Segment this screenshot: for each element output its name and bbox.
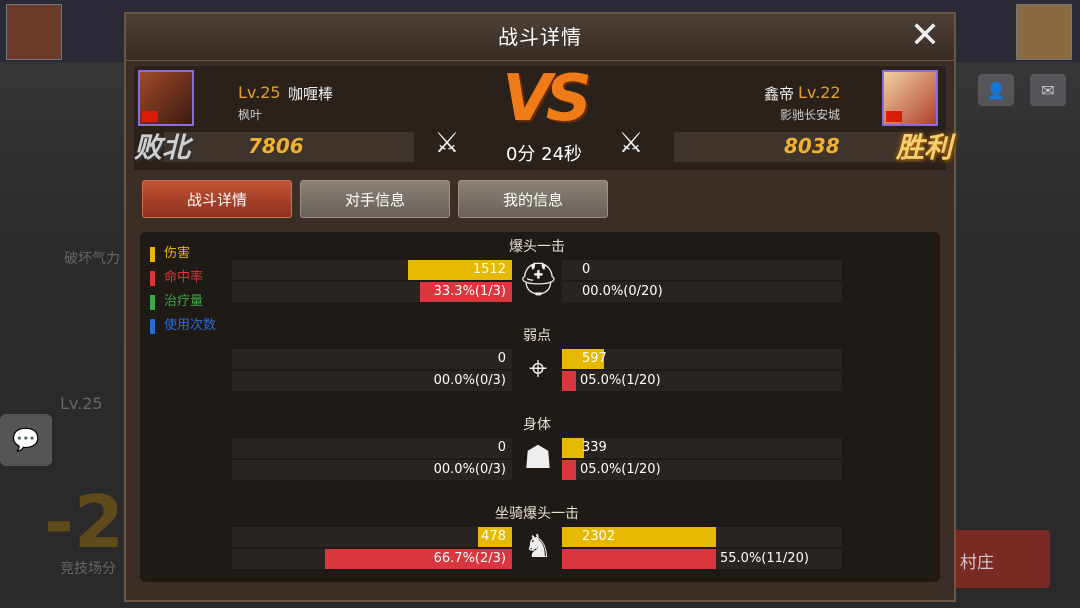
legend-item-usage-count: 使用次数 bbox=[150, 316, 216, 340]
player-right-guild: 影驰长安城 bbox=[780, 108, 841, 122]
left-damage-row: 478 bbox=[232, 527, 512, 547]
right-damage-value: 0 bbox=[582, 262, 591, 277]
left-damage-row: 0 bbox=[232, 438, 512, 458]
china-flag-icon bbox=[886, 111, 902, 122]
victory-label: 胜利 bbox=[895, 131, 952, 164]
dialog-title: 战斗详情 bbox=[126, 14, 954, 61]
right-damage-value: 597 bbox=[582, 351, 607, 366]
right-hit-fill bbox=[562, 371, 576, 391]
legend-label: 命中率 bbox=[164, 270, 204, 285]
right-damage-row: 0 bbox=[562, 260, 842, 280]
china-flag-icon bbox=[142, 111, 158, 122]
player-right-name: 鑫帝 bbox=[764, 85, 795, 103]
left-hit-row: 66.7%(2/3) bbox=[232, 549, 512, 569]
village-button-label: 村庄 bbox=[960, 553, 994, 573]
right-damage-value: 2302 bbox=[582, 529, 616, 544]
add-friend-icon[interactable]: 👤 bbox=[978, 74, 1014, 106]
background-avatar-right bbox=[1016, 4, 1072, 60]
crosshair-icon: ⌖ bbox=[528, 349, 548, 387]
right-hit-value: 05.0%(1/20) bbox=[580, 373, 661, 388]
legend-item-hit-rate: 命中率 bbox=[150, 268, 216, 292]
village-button[interactable]: 村庄 bbox=[950, 530, 1050, 588]
vs-emblem: VS bbox=[502, 62, 592, 136]
right-hit-row: 05.0%(1/20) bbox=[562, 371, 842, 391]
defeat-label: 败北 bbox=[134, 131, 191, 164]
left-damage-row: 1512 bbox=[232, 260, 512, 280]
player-left-score: 7806 bbox=[248, 134, 304, 158]
left-hit-value: 00.0%(0/3) bbox=[433, 373, 506, 388]
right-damage-fill bbox=[562, 438, 584, 458]
tab-battle-detail[interactable]: 战斗详情 bbox=[142, 180, 292, 218]
legend-label: 治疗量 bbox=[164, 294, 204, 309]
right-hit-row: 05.0%(1/20) bbox=[562, 460, 842, 480]
background-avatar-left bbox=[6, 4, 62, 60]
right-hit-fill bbox=[562, 460, 576, 480]
player-avatar-right[interactable] bbox=[882, 70, 938, 126]
chat-icon[interactable]: 💬 bbox=[0, 414, 52, 466]
player-left-guild: 枫叶 bbox=[238, 108, 263, 122]
right-damage-row: 339 bbox=[562, 438, 842, 458]
battle-detail-dialog: 战斗详情 ✕ Lv.25 咖喱棒 枫叶 7806 败北 ⚔ VS 0分 24秒 … bbox=[124, 12, 956, 602]
tab-my-info[interactable]: 我的信息 bbox=[458, 180, 608, 218]
right-hit-value: 55.0%(11/20) bbox=[720, 551, 809, 566]
player-right-level: Lv.22 bbox=[798, 83, 841, 102]
player-left-name: 咖喱棒 bbox=[288, 85, 334, 103]
battle-header: Lv.25 咖喱棒 枫叶 7806 败北 ⚔ VS 0分 24秒 ⚔ 8038 … bbox=[134, 62, 952, 170]
background-arena-label: 竞技场分 bbox=[60, 561, 116, 577]
legend: 伤害 命中率 治疗量 使用次数 bbox=[150, 244, 216, 340]
section-title: 坐骑爆头一击 bbox=[495, 506, 579, 522]
left-damage-value: 1512 bbox=[472, 262, 506, 277]
left-damage-row: 0 bbox=[232, 349, 512, 369]
left-hit-value: 00.0%(0/3) bbox=[433, 462, 506, 477]
left-hit-value: 33.3%(1/3) bbox=[433, 284, 506, 299]
background-level: Lv.25 bbox=[60, 394, 103, 413]
left-damage-value: 0 bbox=[497, 351, 506, 366]
player-avatar-left[interactable] bbox=[138, 70, 194, 126]
right-damage-value: 339 bbox=[582, 440, 607, 455]
right-damage-row: 597 bbox=[562, 349, 842, 369]
player-left-level: Lv.25 bbox=[238, 83, 281, 102]
body-icon: ☗ bbox=[523, 438, 553, 476]
broken-axes-icon: ⚔ bbox=[618, 126, 644, 159]
section-title: 爆头一击 bbox=[509, 239, 565, 255]
section-title: 身体 bbox=[523, 417, 551, 433]
tab-opponent-info[interactable]: 对手信息 bbox=[300, 180, 450, 218]
legend-label: 使用次数 bbox=[164, 318, 217, 333]
helmet-icon: ⛑ bbox=[518, 260, 559, 298]
player-right-score: 8038 bbox=[784, 134, 840, 158]
legend-item-damage: 伤害 bbox=[150, 244, 216, 268]
right-hit-value: 05.0%(1/20) bbox=[580, 462, 661, 477]
mount-icon: ♞ bbox=[523, 527, 553, 565]
right-hit-fill bbox=[562, 549, 716, 569]
background-text: 破坏气力 bbox=[64, 251, 120, 267]
right-hit-value: 00.0%(0/20) bbox=[582, 284, 663, 299]
left-hit-row: 33.3%(1/3) bbox=[232, 282, 512, 302]
battle-stats-panel: 伤害 命中率 治疗量 使用次数 爆头一击 ⛑ 1512 0 33.3%(1/3) 00.0… bbox=[140, 232, 940, 582]
left-damage-value: 478 bbox=[481, 529, 506, 544]
legend-item-healing: 治疗量 bbox=[150, 292, 216, 316]
right-hit-row: 55.0%(11/20) bbox=[562, 549, 842, 569]
right-damage-row: 2302 bbox=[562, 527, 842, 547]
close-icon[interactable]: ✕ bbox=[908, 18, 942, 54]
section-title: 弱点 bbox=[523, 328, 551, 344]
left-hit-value: 66.7%(2/3) bbox=[433, 551, 506, 566]
crossed-axes-icon: ⚔ bbox=[434, 126, 460, 159]
left-hit-row: 00.0%(0/3) bbox=[232, 460, 512, 480]
battle-duration: 0分 24秒 bbox=[505, 144, 583, 165]
left-damage-value: 0 bbox=[497, 440, 506, 455]
mail-icon[interactable]: ✉ bbox=[1030, 74, 1066, 106]
left-hit-row: 00.0%(0/3) bbox=[232, 371, 512, 391]
legend-label: 伤害 bbox=[164, 246, 191, 261]
right-hit-row: 00.0%(0/20) bbox=[562, 282, 842, 302]
